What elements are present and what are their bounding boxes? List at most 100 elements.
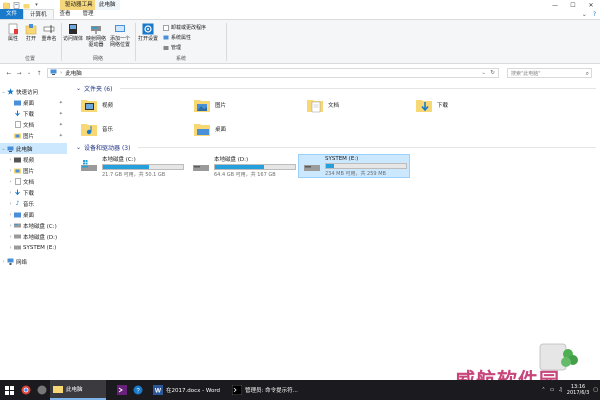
expand-chevron-icon[interactable]: ⌄ (0, 89, 7, 95)
search-icon: ⌕ (585, 70, 589, 77)
manage-icon (163, 45, 169, 51)
pin-icon: ✦ (58, 132, 63, 139)
downloads-folder-icon (14, 110, 21, 117)
drive-c[interactable]: 本地磁盘 (C:) 21.7 GB 可用，共 50.1 GB (76, 154, 184, 178)
system-properties-button[interactable]: 系统属性 (163, 34, 206, 41)
volume-icon[interactable]: ♫ (558, 387, 562, 393)
drive-size-text: 21.7 GB 可用，共 50.1 GB (102, 171, 166, 178)
nav-pc-item-downloads[interactable]: › 下载 (0, 187, 67, 198)
nav-quick-item-desktop[interactable]: 桌面 ✦ (0, 97, 67, 108)
folder-desktop[interactable]: 桌面 (193, 120, 226, 138)
nav-quick-item-documents[interactable]: 文档 ✦ (0, 119, 67, 130)
network-icon (7, 258, 14, 265)
access-media-button[interactable]: 访问媒体 (63, 23, 83, 42)
tab-computer[interactable]: 计算机 (23, 9, 54, 19)
map-network-drive-button[interactable]: 映射网络驱动器 (85, 23, 107, 48)
breadcrumb[interactable]: 此电脑 (65, 69, 82, 77)
nav-quick-item-downloads[interactable]: 下载 ✦ (0, 108, 67, 119)
new-folder-quick-icon[interactable] (23, 2, 30, 9)
maximize-button[interactable]: ☐ (564, 0, 582, 10)
open-button[interactable]: 打开 (21, 23, 41, 42)
ribbon-group-location: 属性 打开 重命名 位置 (0, 20, 60, 64)
tab-view[interactable]: 查看 (54, 9, 77, 19)
breadcrumb-separator-icon: › (60, 70, 63, 76)
recent-locations-icon[interactable]: ⌄ (24, 70, 34, 76)
nav-network[interactable]: › 网络 (0, 256, 67, 267)
search-input[interactable]: 搜索"此电脑" ⌕ (507, 68, 592, 78)
collapse-chevron-icon[interactable]: ⌄ (76, 85, 81, 92)
taskbar-help[interactable]: ? (130, 380, 146, 400)
folder-music[interactable]: 音乐 (80, 120, 113, 138)
minimize-button[interactable]: — (546, 0, 564, 10)
tab-manage[interactable]: 管理 (77, 9, 100, 19)
music-folder-icon: ♪ (15, 200, 20, 207)
properties-quick-icon[interactable] (13, 1, 20, 9)
group-label-location: 位置 (24, 56, 35, 62)
section-divider (138, 147, 596, 148)
folder-pictures[interactable]: 图片 (193, 96, 226, 114)
address-bar[interactable]: › 此电脑 ⌄ ↻ (47, 68, 499, 78)
taskbar-explorer[interactable]: 此电脑 (50, 380, 106, 400)
nav-pc-item-videos[interactable]: › 视频 (0, 154, 67, 165)
drive-label: 本地磁盘 (D:) (214, 156, 249, 163)
add-location-icon (114, 23, 126, 35)
drive-size-text: 64.4 GB 可用，共 167 GB (214, 171, 276, 178)
desktop-folder-icon (193, 120, 211, 138)
this-pc-icon (7, 145, 14, 152)
taskbar-visual-studio[interactable] (114, 380, 130, 400)
back-arrow-icon[interactable]: ← (4, 70, 14, 77)
start-button[interactable] (0, 380, 18, 400)
rename-button[interactable]: 重命名 (39, 23, 59, 42)
folder-downloads[interactable]: 下载 (415, 96, 448, 114)
network-tray-icon[interactable]: ▭ (550, 387, 555, 393)
tray-overflow-icon[interactable]: ⌃ (541, 387, 545, 393)
add-network-location-button[interactable]: 添加一个网络位置 (108, 23, 132, 48)
nav-pc-item-pictures[interactable]: › 图片 (0, 165, 67, 176)
drive-d[interactable]: 本地磁盘 (D:) 64.4 GB 可用，共 167 GB (188, 154, 296, 178)
help-icon[interactable]: ? (593, 11, 596, 18)
nav-this-pc[interactable]: ⌄ 此电脑 (0, 143, 67, 154)
refresh-icon[interactable]: ↻ (490, 70, 495, 76)
group-label-system: 系统 (175, 56, 186, 62)
close-button[interactable]: ✕ (582, 0, 600, 10)
tab-file[interactable]: 文件 (0, 9, 24, 19)
nav-pc-item-documents[interactable]: › 文档 (0, 176, 67, 187)
forward-arrow-icon[interactable]: → (14, 70, 24, 77)
taskbar-app-2[interactable] (34, 380, 50, 400)
clock[interactable]: 13:16 2017/6/3 (567, 384, 589, 396)
nav-quick-item-pictures[interactable]: 图片 ✦ (0, 130, 67, 141)
folder-documents[interactable]: 文档 (306, 96, 339, 114)
ribbon: 属性 打开 重命名 位置 访问媒体 映射网络驱动器 添加一个网络位置 网络 打开… (0, 20, 600, 64)
manage-button[interactable]: 管理 (163, 44, 206, 51)
folders-section-header[interactable]: ⌄ 文件夹 (6) (76, 84, 112, 93)
expand-chevron-icon[interactable]: ⌄ (0, 146, 7, 152)
taskbar-chrome[interactable] (18, 380, 34, 400)
nav-quick-access[interactable]: ⌄ 快速访问 (0, 86, 67, 97)
nav-pc-item-music[interactable]: › ♪ 音乐 (0, 198, 67, 209)
drive-e[interactable]: SYSTEM (E:) 234 MB 可用，共 259 MB (298, 154, 410, 178)
taskbar-word[interactable]: W 在2017.docx - Word (150, 380, 223, 400)
open-icon (25, 23, 37, 35)
settings-gear-icon (142, 23, 154, 35)
notifications-icon[interactable]: ▢ (593, 387, 598, 393)
visual-studio-icon (117, 385, 127, 395)
address-dropdown-icon[interactable]: ⌄ (481, 70, 486, 76)
nav-pc-item-drive-e[interactable]: › SYSTEM (E:) (0, 242, 67, 253)
nav-pc-item-drive-c[interactable]: › 本地磁盘 (C:) (0, 220, 67, 231)
drives-section-header[interactable]: ⌄ 设备和驱动器 (3) (76, 143, 130, 152)
customize-quick-icon[interactable]: ▾ (33, 2, 40, 9)
collapse-chevron-icon[interactable]: ⌄ (76, 144, 81, 151)
nav-pc-item-desktop[interactable]: › 桌面 (0, 209, 67, 220)
properties-button[interactable]: 属性 (3, 23, 23, 42)
nav-pc-item-drive-d[interactable]: › 本地磁盘 (D:) (0, 231, 67, 242)
chrome-icon (21, 385, 31, 395)
explorer-icon (3, 2, 10, 9)
taskbar-cmd[interactable]: 管理员: 命令提示符... (229, 380, 301, 400)
drive-usage-fill (103, 164, 149, 169)
collapse-ribbon-icon[interactable]: ⌄ (582, 11, 587, 18)
folder-videos[interactable]: 视频 (80, 96, 113, 114)
desktop-folder-icon (14, 211, 21, 218)
open-settings-button[interactable]: 打开设置 (138, 23, 158, 42)
up-arrow-icon[interactable]: ↑ (34, 70, 44, 77)
uninstall-program-button[interactable]: 卸载或更改程序 (163, 24, 206, 31)
